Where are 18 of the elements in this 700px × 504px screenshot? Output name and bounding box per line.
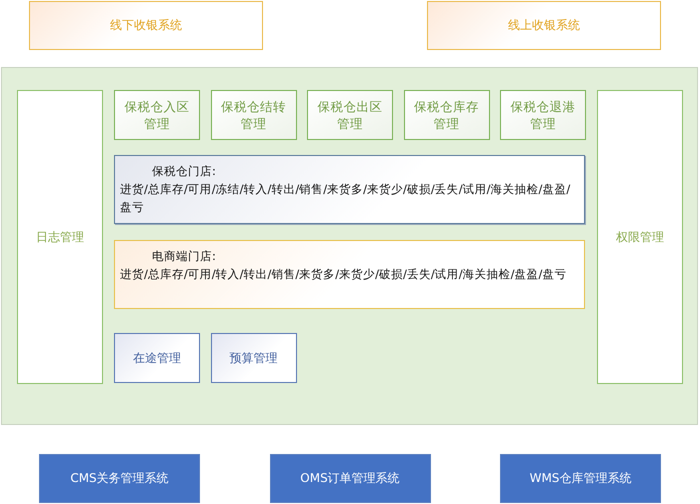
permission-management-box: 权限管理 (597, 90, 683, 384)
module-box: 保税仓入区管理 (114, 90, 200, 140)
log-management-box: 日志管理 (17, 90, 103, 384)
store-item-list: 进货/总库存/可用/冻结/转入/转出/销售/来货多/来货少/破损/丢失/试用/海关抽检/盘盈/盘亏 (120, 180, 579, 216)
module-box: 保税仓出区管理 (307, 90, 393, 140)
system-box: 线下收银系统 (29, 1, 263, 50)
module-box: 保税仓库存管理 (404, 90, 490, 140)
module-box: 保税仓退港管理 (500, 90, 586, 140)
module-box: 预算管理 (210, 333, 296, 383)
store-title: 电商端门店: (151, 248, 217, 265)
store-item-list: 进货/总库存/可用/转入/转出/销售/来货多/来货少/破损/丢失/试用/海关抽检/盘盈/盘亏 (120, 265, 579, 283)
system-box: CMS关务管理系统 (39, 454, 200, 503)
system-box: OMS订单管理系统 (270, 454, 430, 503)
module-box: 在途管理 (114, 333, 200, 383)
store-title: 保税仓门店: (151, 163, 217, 180)
system-box: WMS仓库管理系统 (500, 454, 661, 503)
module-box: 保税仓结转管理 (210, 90, 296, 140)
system-box: 线上收银系统 (427, 1, 661, 50)
